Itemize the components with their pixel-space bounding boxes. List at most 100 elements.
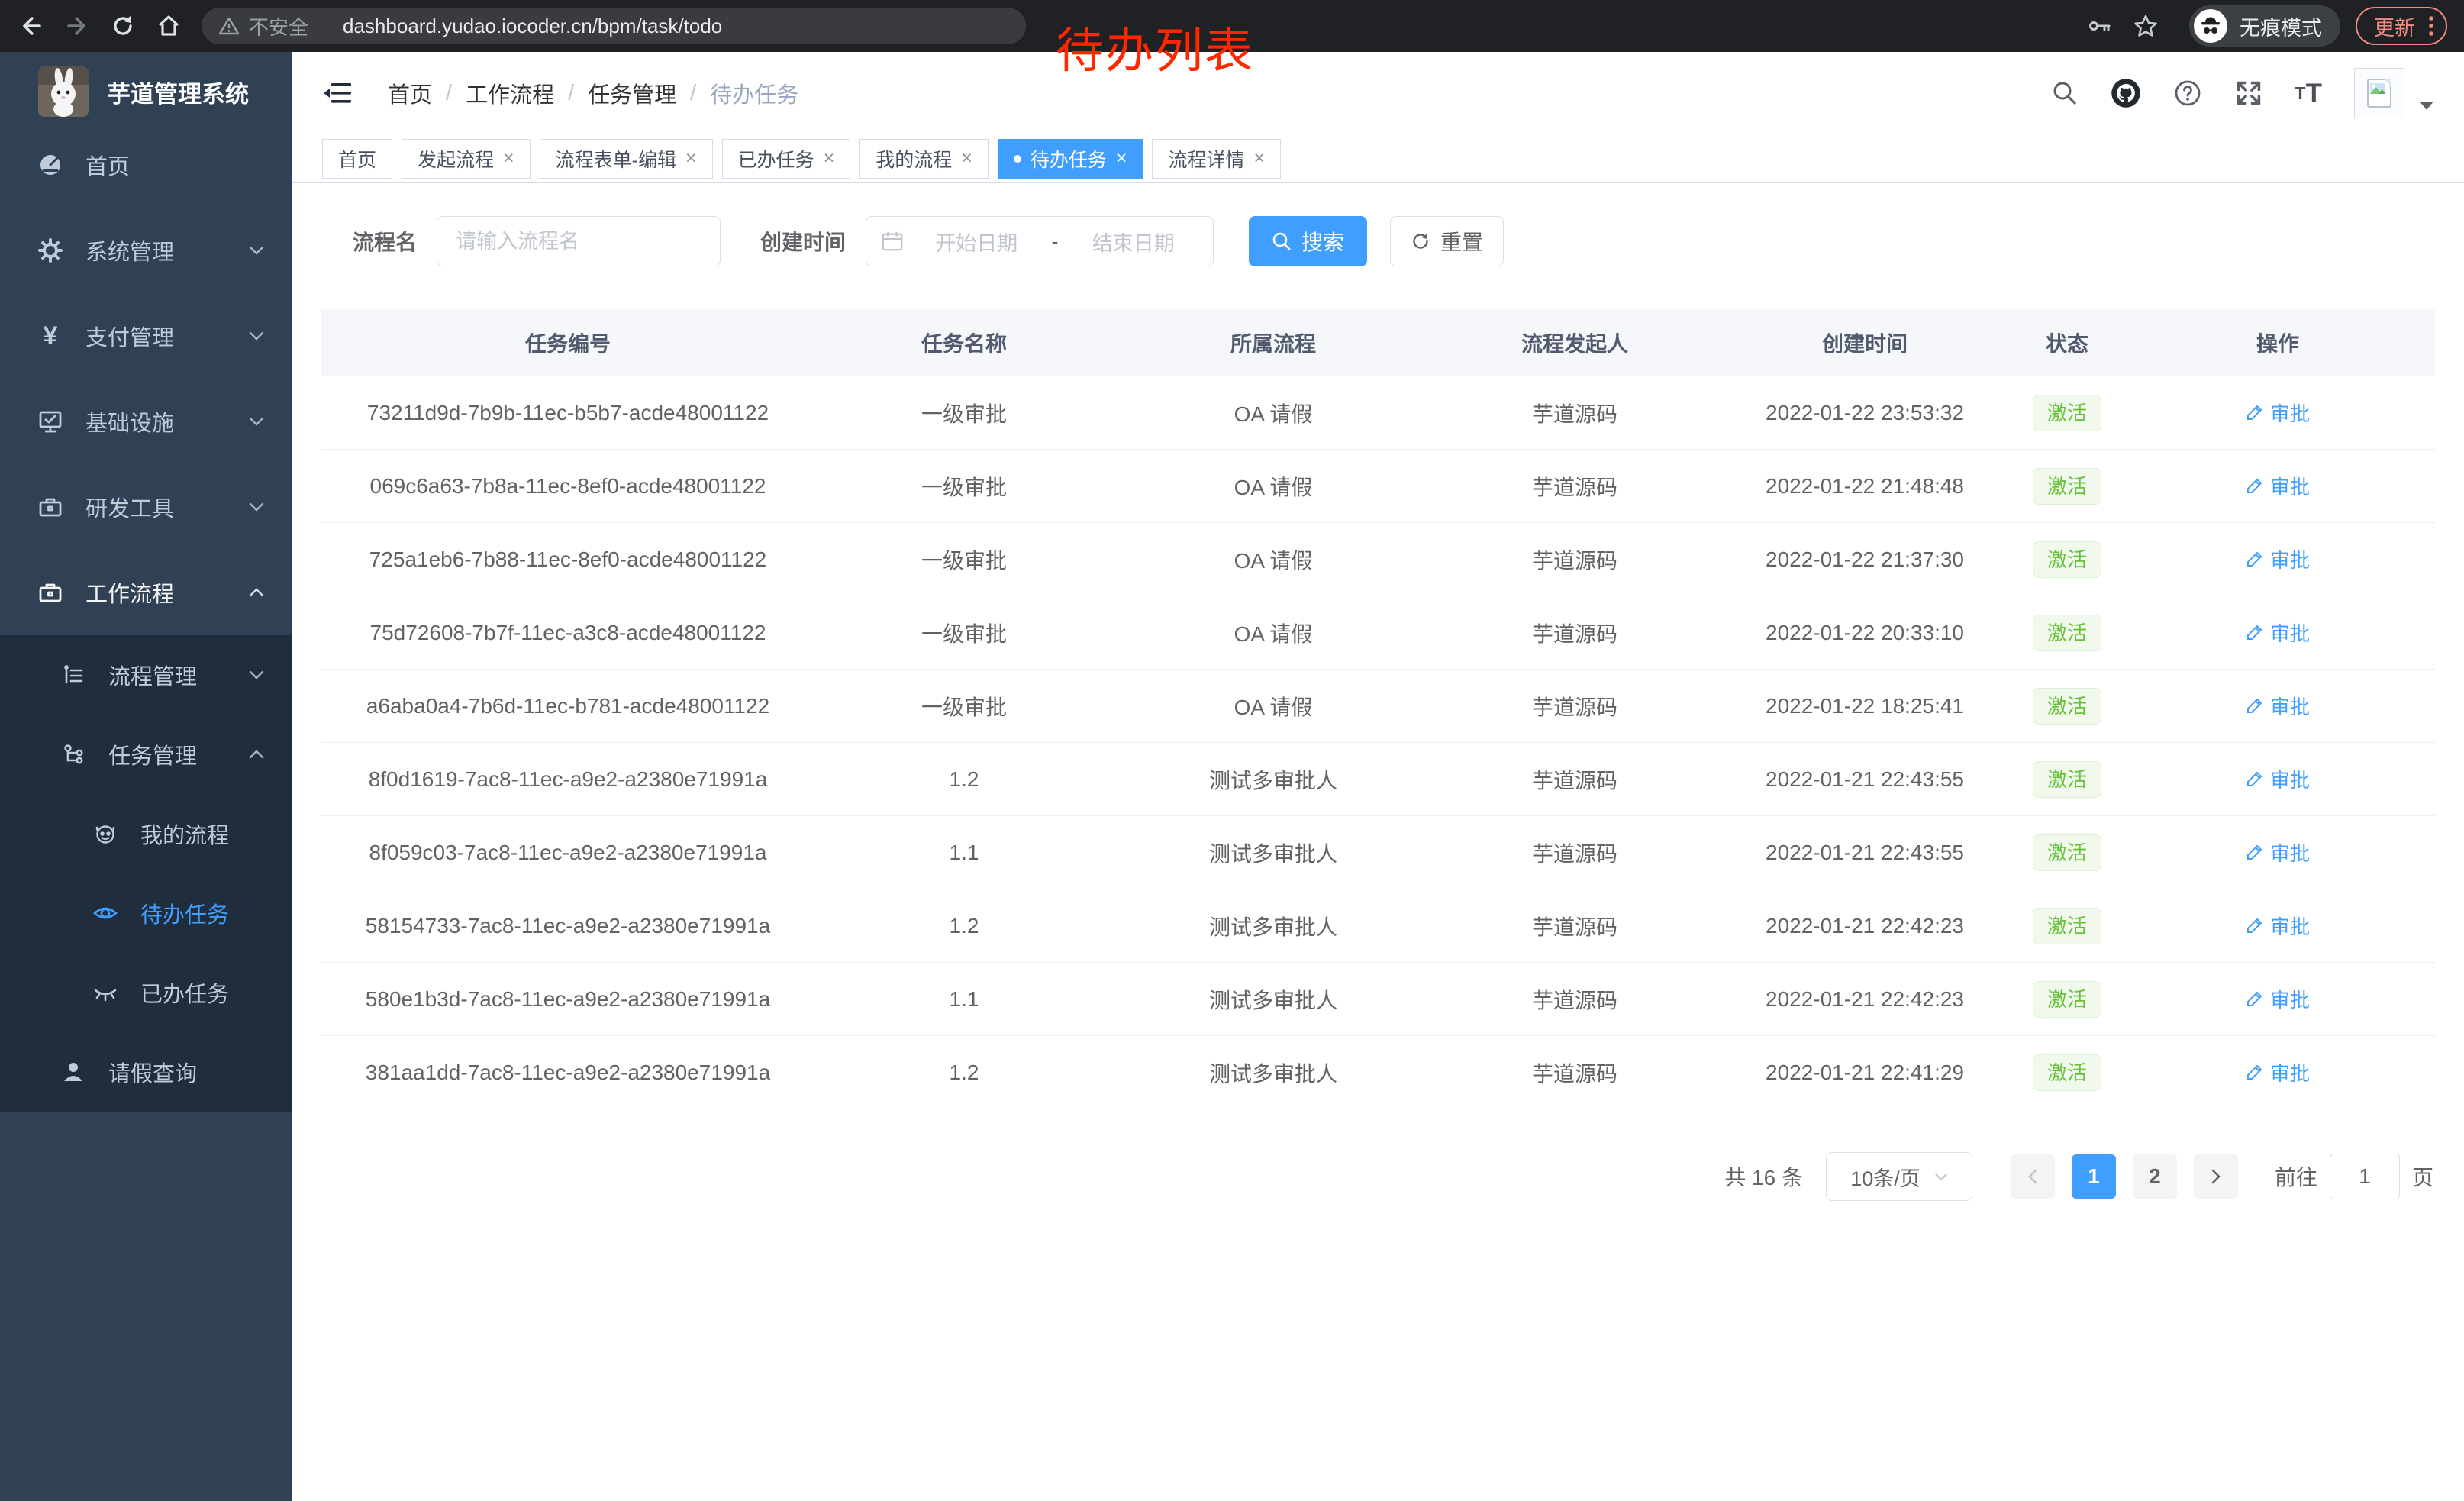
tab-form-edit[interactable]: 流程表单-编辑× <box>540 139 713 179</box>
cell-initiator: 芋道源码 <box>1434 764 1716 795</box>
reload-icon[interactable] <box>105 8 140 44</box>
date-range-picker[interactable]: 开始日期 - 结束日期 <box>866 216 1214 266</box>
fullscreen-icon[interactable] <box>2234 79 2263 108</box>
sidebar: 芋道管理系统 首页 系统管理 ¥ 支付管理 <box>0 52 292 1501</box>
close-icon[interactable]: × <box>1253 149 1265 168</box>
header-actions: TT <box>2051 68 2433 118</box>
dashboard-icon <box>35 152 66 178</box>
cell-task-name: 1.2 <box>815 767 1113 792</box>
tab-done-tasks[interactable]: 已办任务× <box>722 139 851 179</box>
sidebar-item-leave-query[interactable]: 请假查询 <box>0 1032 292 1112</box>
close-icon[interactable]: × <box>961 149 972 168</box>
monitor-icon <box>35 408 66 434</box>
search-icon[interactable] <box>2051 79 2079 107</box>
sidebar-item-home[interactable]: 首页 <box>0 122 292 208</box>
sidebar-item-payment[interactable]: ¥ 支付管理 <box>0 293 292 379</box>
approve-link[interactable]: 审批 <box>2246 545 2310 573</box>
cell-initiator: 芋道源码 <box>1434 471 1716 502</box>
update-label[interactable]: 更新 <box>2374 11 2415 41</box>
caret-down-icon[interactable] <box>2420 102 2433 110</box>
key-icon[interactable] <box>2082 8 2117 44</box>
security-label[interactable]: 不安全 <box>249 12 308 40</box>
tab-start-process[interactable]: 发起流程× <box>402 139 531 179</box>
warning-icon <box>218 15 240 37</box>
forward-icon[interactable] <box>60 8 95 44</box>
approve-link[interactable]: 审批 <box>2246 472 2310 500</box>
update-button[interactable]: 更新 <box>2356 7 2447 45</box>
tab-todo-tasks[interactable]: 待办任务× <box>998 139 1143 179</box>
approve-link[interactable]: 审批 <box>2246 912 2310 940</box>
sidebar-item-workflow[interactable]: 工作流程 <box>0 550 292 635</box>
sidebar-logo-row[interactable]: 芋道管理系统 <box>0 52 292 119</box>
table-row: 069c6a63-7b8a-11ec-8ef0-acde48001122 一级审… <box>321 450 2435 523</box>
close-icon[interactable]: × <box>1116 149 1127 168</box>
page: 不安全 dashboard.yudao.iocoder.cn/bpm/task/… <box>0 0 2464 1501</box>
bookmark-star-icon[interactable] <box>2128 8 2163 44</box>
sidebar-item-done-tasks[interactable]: 已办任务 <box>0 953 292 1032</box>
url-bar[interactable]: 不安全 dashboard.yudao.iocoder.cn/bpm/task/… <box>202 8 1026 44</box>
approve-link[interactable]: 审批 <box>2246 1058 2310 1086</box>
chrome-menu-icon[interactable] <box>2427 13 2435 39</box>
sidebar-item-devtools[interactable]: 研发工具 <box>0 464 292 550</box>
page-1-button[interactable]: 1 <box>2072 1154 2116 1199</box>
active-dot <box>1014 155 1021 163</box>
sidebar-item-todo-tasks[interactable]: 待办任务 <box>0 873 292 953</box>
cell-created: 2022-01-21 22:43:55 <box>1716 767 2014 792</box>
home-icon[interactable] <box>151 8 186 44</box>
tab-my-process[interactable]: 我的流程× <box>859 139 989 179</box>
chevron-down-icon <box>249 670 264 679</box>
help-icon[interactable] <box>2173 79 2202 108</box>
status-badge: 激活 <box>2033 1054 2101 1091</box>
sidebar-item-system[interactable]: 系统管理 <box>0 208 292 293</box>
annotation-todo-list: 待办列表 <box>1056 12 1254 82</box>
sidebar-menu: 首页 系统管理 ¥ 支付管理 基础设施 <box>0 122 292 1112</box>
next-page-button[interactable] <box>2194 1154 2238 1199</box>
breadcrumb-workflow[interactable]: 工作流程 <box>466 77 554 109</box>
close-icon[interactable]: × <box>685 149 697 168</box>
approve-link[interactable]: 审批 <box>2246 399 2310 427</box>
sidebar-item-task-management[interactable]: 任务管理 <box>0 715 292 794</box>
reset-button[interactable]: 重置 <box>1390 216 1504 266</box>
sidebar-item-infrastructure[interactable]: 基础设施 <box>0 379 292 464</box>
incognito-badge[interactable]: 无痕模式 <box>2189 5 2340 47</box>
table-row: 725a1eb6-7b88-11ec-8ef0-acde48001122 一级审… <box>321 523 2435 596</box>
chevron-down-icon <box>249 331 264 341</box>
main-content: 流程名 创建时间 开始日期 - 结束日期 搜索 重置 任务编号 任务名称 <box>292 184 2464 1501</box>
prev-page-button[interactable] <box>2011 1154 2055 1199</box>
process-name-input[interactable] <box>437 216 721 266</box>
goto-page-input[interactable] <box>2330 1154 2400 1199</box>
approve-link[interactable]: 审批 <box>2246 765 2310 793</box>
cell-process: OA 请假 <box>1113 691 1434 721</box>
search-button[interactable]: 搜索 <box>1249 216 1367 266</box>
breadcrumb-task-management[interactable]: 任务管理 <box>588 77 676 109</box>
github-icon[interactable] <box>2111 78 2141 108</box>
table-header: 任务编号 任务名称 所属流程 流程发起人 创建时间 状态 操作 <box>321 309 2435 376</box>
status-badge: 激活 <box>2033 761 2101 798</box>
sidebar-item-process-management[interactable]: 流程管理 <box>0 635 292 715</box>
approve-link[interactable]: 审批 <box>2246 985 2310 1013</box>
close-icon[interactable]: × <box>824 149 835 168</box>
breadcrumb-home[interactable]: 首页 <box>388 77 432 109</box>
table-row: 73211d9d-7b9b-11ec-b5b7-acde48001122 一级审… <box>321 376 2435 450</box>
avatar[interactable] <box>2354 68 2404 118</box>
filter-form: 流程名 创建时间 开始日期 - 结束日期 搜索 重置 <box>292 184 2464 266</box>
back-icon[interactable] <box>14 8 49 44</box>
cell-task-name: 1.2 <box>815 914 1113 938</box>
cell-created: 2022-01-21 22:43:55 <box>1716 841 2014 865</box>
tab-process-detail[interactable]: 流程详情× <box>1152 139 1281 179</box>
chevron-left-icon <box>2028 1169 2037 1184</box>
page-size-select[interactable]: 10条/页 <box>1826 1152 1972 1201</box>
approve-link[interactable]: 审批 <box>2246 692 2310 720</box>
sidebar-item-my-process[interactable]: 我的流程 <box>0 794 292 873</box>
approve-link[interactable]: 审批 <box>2246 838 2310 867</box>
approve-link[interactable]: 审批 <box>2246 618 2310 647</box>
tab-home[interactable]: 首页 <box>322 139 392 179</box>
close-icon[interactable]: × <box>503 149 514 168</box>
font-size-icon[interactable]: TT <box>2295 80 2322 107</box>
start-date-placeholder[interactable]: 开始日期 <box>905 227 1049 257</box>
sidebar-collapse-icon[interactable] <box>324 81 353 105</box>
page-2-button[interactable]: 2 <box>2133 1154 2177 1199</box>
end-date-placeholder[interactable]: 结束日期 <box>1062 227 1206 257</box>
cell-task-name: 一级审批 <box>815 618 1113 648</box>
url-text[interactable]: dashboard.yudao.iocoder.cn/bpm/task/todo <box>343 15 722 38</box>
